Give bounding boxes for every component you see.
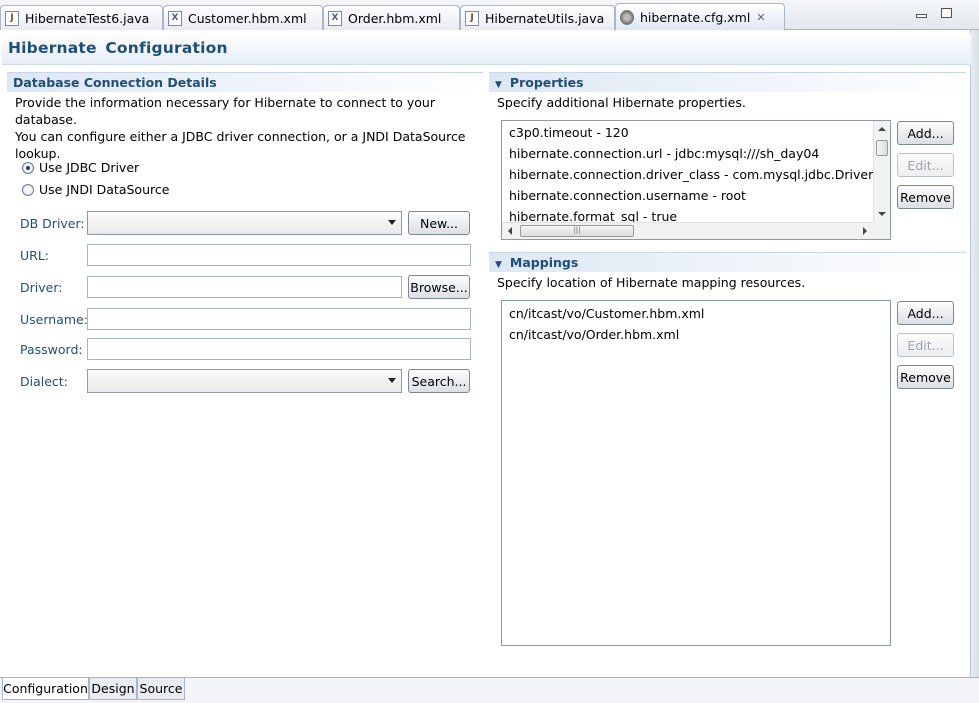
scroll-thumb[interactable]: ||| <box>520 225 634 237</box>
add-mapping-button[interactable]: Add... <box>897 301 954 325</box>
window-border <box>970 30 979 677</box>
collapse-chevron-icon[interactable]: ▼ <box>495 80 502 90</box>
editor-tab-bar: J HibernateTest6.java X Customer.hbm.xml… <box>0 0 979 31</box>
search-dialect-button[interactable]: Search... <box>408 369 470 393</box>
maximize-icon[interactable] <box>941 8 952 18</box>
scroll-left-icon[interactable] <box>508 227 512 235</box>
vertical-scrollbar[interactable] <box>873 121 890 222</box>
driver-label: Driver: <box>20 280 63 295</box>
mappings-description: Specify location of Hibernate mapping re… <box>497 275 806 290</box>
edit-property-button[interactable]: Edit... <box>897 153 954 177</box>
tab-label: HibernateUtils.java <box>485 10 605 26</box>
database-connection-section-title: Database Connection Details <box>7 72 483 92</box>
dialect-label: Dialect: <box>20 374 68 389</box>
scroll-thumb[interactable] <box>876 140 888 156</box>
tab-label: Customer.hbm.xml <box>188 10 307 26</box>
list-item[interactable]: cn/itcast/vo/Customer.hbm.xml <box>502 303 890 324</box>
driver-input[interactable] <box>87 276 402 298</box>
tab-label: hibernate.cfg.xml <box>640 9 751 25</box>
db-driver-label: DB Driver: <box>20 216 85 231</box>
tab-order-hbm-xml[interactable]: X Order.hbm.xml <box>323 5 460 30</box>
tab-customer-hbm-xml[interactable]: X Customer.hbm.xml <box>163 5 323 30</box>
page-title: Hibernate Configuration <box>2 33 971 65</box>
tab-hibernate-test6-java[interactable]: J HibernateTest6.java <box>0 5 163 30</box>
use-jdbc-driver-radio[interactable]: Use JDBC Driver <box>22 160 139 175</box>
minimize-icon[interactable] <box>916 14 927 18</box>
username-label: Username: <box>20 312 88 327</box>
use-jndi-datasource-radio[interactable]: Use JNDI DataSource <box>22 182 169 197</box>
scroll-corner <box>873 222 890 239</box>
list-item[interactable]: hibernate.connection.username - root <box>502 185 890 206</box>
radio-selected-icon[interactable] <box>22 161 34 174</box>
database-connection-description: Provide the information necessary for Hi… <box>15 94 485 162</box>
tab-label: HibernateTest6.java <box>25 10 150 26</box>
password-input[interactable] <box>87 338 471 360</box>
scroll-down-icon[interactable] <box>878 212 886 216</box>
hibernate-file-icon <box>620 9 634 25</box>
radio-label: Use JDBC Driver <box>39 160 140 175</box>
xml-file-icon: X <box>168 10 182 26</box>
horizontal-scrollbar[interactable]: ||| <box>502 222 873 239</box>
mappings-section-title[interactable]: ▼ Mappings <box>489 252 966 272</box>
list-item[interactable]: hibernate.connection.driver_class - com.… <box>502 164 890 185</box>
list-item[interactable]: c3p0.timeout - 120 <box>502 122 890 143</box>
new-driver-button[interactable]: New... <box>408 211 470 235</box>
xml-file-icon: X <box>328 10 342 26</box>
collapse-chevron-icon[interactable]: ▼ <box>495 260 502 270</box>
mappings-list[interactable]: cn/itcast/vo/Customer.hbm.xml cn/itcast/… <box>501 300 891 646</box>
add-property-button[interactable]: Add... <box>897 121 954 145</box>
url-label: URL: <box>20 248 50 263</box>
section-title-text: Mappings <box>509 255 579 270</box>
password-label: Password: <box>20 342 83 357</box>
edit-mapping-button[interactable]: Edit... <box>897 333 954 357</box>
properties-section-title[interactable]: ▼ Properties <box>489 72 966 92</box>
tab-hibernate-cfg-xml[interactable]: hibernate.cfg.xml ✕ <box>615 3 785 31</box>
db-driver-combo[interactable] <box>87 211 402 235</box>
description-line: You can configure either a JDBC driver c… <box>15 129 466 144</box>
browse-button[interactable]: Browse... <box>408 275 470 299</box>
properties-description: Specify additional Hibernate properties. <box>497 95 746 110</box>
java-file-icon: J <box>5 10 19 26</box>
editor-page-tabs: Configuration Design Source <box>0 677 979 703</box>
list-item[interactable]: hibernate.connection.url - jdbc:mysql://… <box>502 143 890 164</box>
dialect-combo[interactable] <box>87 369 402 393</box>
tab-source[interactable]: Source <box>137 678 185 700</box>
remove-property-button[interactable]: Remove <box>897 185 954 209</box>
tab-design[interactable]: Design <box>89 678 137 700</box>
java-file-icon: J <box>465 10 479 26</box>
list-item[interactable]: cn/itcast/vo/Order.hbm.xml <box>502 324 890 345</box>
tab-label: Order.hbm.xml <box>348 10 442 26</box>
remove-mapping-button[interactable]: Remove <box>897 365 954 389</box>
radio-unselected-icon[interactable] <box>22 183 34 196</box>
chevron-down-icon[interactable] <box>388 220 396 225</box>
close-icon[interactable]: ✕ <box>756 11 765 24</box>
scroll-right-icon[interactable] <box>863 227 867 235</box>
scroll-up-icon[interactable] <box>878 127 886 131</box>
radio-label: Use JNDI DataSource <box>39 182 170 197</box>
properties-list[interactable]: c3p0.timeout - 120 hibernate.connection.… <box>501 120 891 240</box>
description-line: Provide the information necessary for Hi… <box>15 95 435 127</box>
section-title-text: Properties <box>509 75 584 90</box>
tab-configuration[interactable]: Configuration <box>2 678 89 700</box>
url-input[interactable] <box>87 244 471 266</box>
chevron-down-icon[interactable] <box>388 378 396 383</box>
tab-hibernate-utils-java[interactable]: J HibernateUtils.java <box>460 5 615 30</box>
username-input[interactable] <box>87 308 471 330</box>
section-title-text: Database Connection Details <box>13 75 217 90</box>
